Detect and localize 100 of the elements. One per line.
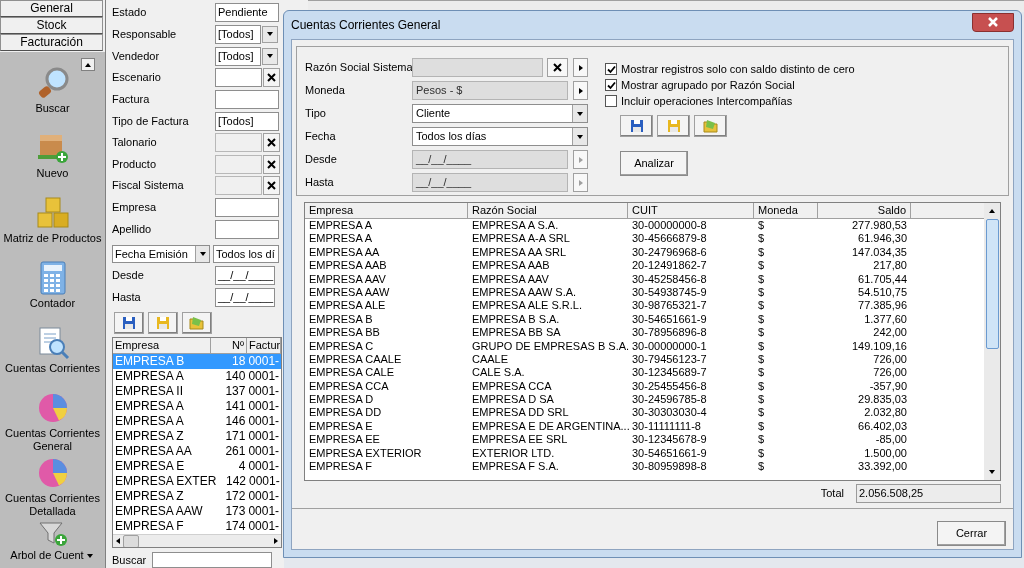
list-cell-text: 4 [237, 458, 247, 474]
arrow-button[interactable] [573, 81, 588, 100]
table-cell-text: 30-98765321-7 [631, 299, 708, 313]
clear-button[interactable] [547, 58, 568, 77]
date-field[interactable]: __/__/____ [215, 287, 275, 307]
sidebar-item[interactable]: Buscar [35, 102, 70, 115]
list-row[interactable]: EMPRESA AA 261 0001- [113, 443, 281, 459]
date-field[interactable]: __/__/____ [215, 266, 275, 285]
sidebar-item[interactable]: Cuentas Corrientes [5, 362, 100, 375]
dropdown-button[interactable] [262, 47, 278, 65]
scrollbar-thumb[interactable] [985, 219, 999, 349]
sidebar-item[interactable]: Matriz de Productos [3, 232, 102, 245]
floppy-icon [156, 315, 170, 330]
list-row[interactable]: EMPRESA E 4 0001- [113, 458, 281, 474]
list-cell-text: 173 [224, 503, 247, 519]
table-cell-text: EMPRESA C [308, 339, 375, 353]
list-row[interactable]: EMPRESA AAW 173 0001- [113, 503, 281, 519]
table-cell-text: $ [757, 312, 766, 327]
scrollbar-thumb[interactable] [123, 534, 139, 547]
date-type-dropdown[interactable]: Fecha Emisión [112, 244, 210, 263]
checkbox[interactable] [605, 95, 617, 107]
column-header[interactable]: Factur [247, 337, 281, 353]
column-header[interactable]: Razón Social [468, 203, 628, 218]
toolbar-button[interactable] [694, 115, 727, 137]
dropdown-field[interactable]: Todos los días [412, 127, 588, 146]
table-cell-text: 147.034,35 [850, 245, 908, 260]
toolbar-button[interactable] [148, 311, 178, 334]
list-row[interactable]: EMPRESA A 140 0001- [113, 368, 281, 384]
table-cell-text: EMPRESA A [308, 219, 373, 233]
table-cell-text: CALE S.A. [471, 366, 526, 380]
sidebar-tab[interactable]: Facturación [0, 34, 103, 51]
clear-button[interactable] [263, 154, 280, 174]
checkbox[interactable] [605, 63, 617, 75]
table-cell-text: 30-54938745-9 [631, 285, 708, 300]
arrow-button[interactable] [573, 58, 588, 77]
list-cell-text: EMPRESA Z [114, 428, 185, 444]
filter-field[interactable] [215, 198, 279, 218]
sidebar-tab[interactable]: Stock [0, 17, 103, 34]
sidebar-item[interactable]: Cuentas Corrientes Detallada [0, 492, 105, 518]
filter-field[interactable]: [Todos] [215, 24, 261, 44]
sidebar-item[interactable]: Arbol de Cuent [10, 549, 84, 562]
table-cell-text: EMPRESA EE SRL [471, 433, 569, 447]
sidebar-item[interactable]: Cuentas Corrientes General [0, 427, 105, 453]
table-cell-text: 242,00 [872, 326, 908, 340]
list-row[interactable]: EMPRESA F 174 0001- [113, 518, 281, 534]
column-header[interactable]: CUIT [628, 203, 754, 218]
filter-label: Vendedor [112, 49, 161, 63]
filter-field[interactable] [215, 89, 279, 109]
table-cell-text: $ [757, 393, 766, 407]
filter-field[interactable]: Pendiente [215, 3, 279, 23]
checkbox-label: Mostrar registros solo con saldo distinto de cero [621, 61, 855, 77]
filter-field[interactable] [215, 219, 279, 239]
table-cell-text: 30-45666879-8 [631, 232, 708, 246]
checkbox[interactable] [605, 79, 617, 91]
analyze-button[interactable]: Analizar [620, 151, 688, 176]
table-cell-text: EMPRESA EE [308, 433, 381, 447]
sidebar-item[interactable]: Contador [29, 297, 76, 310]
save-icon [122, 315, 136, 330]
list-row[interactable]: EMPRESA A 141 0001- [113, 398, 281, 414]
table-cell-text: $ [757, 232, 766, 246]
filter-label: Hasta [112, 289, 142, 305]
close-dialog-button[interactable]: Cerrar [937, 521, 1006, 546]
column-header[interactable]: Nº [211, 337, 247, 353]
search-field[interactable] [152, 551, 273, 568]
scroll-up-button[interactable] [81, 58, 95, 71]
sidebar-tab[interactable]: General [0, 0, 103, 17]
table-cell-text: 149.109,16 [850, 339, 908, 353]
column-header[interactable]: Empresa [113, 337, 212, 353]
clear-button[interactable] [263, 176, 280, 196]
list-cell-text: 174 [224, 518, 247, 534]
table-cell-text: $ [757, 379, 766, 394]
field-label: Razón Social Sistema [305, 60, 412, 76]
column-header[interactable]: Empresa [305, 203, 468, 218]
list-row[interactable]: EMPRESA EXTER 142 0001- [113, 473, 281, 489]
list-row[interactable]: EMPRESA Z 172 0001- [113, 488, 281, 504]
dropdown-button[interactable] [262, 25, 278, 43]
column-header[interactable]: Moneda [754, 203, 818, 218]
filter-field[interactable]: [Todos] [215, 46, 261, 66]
dropdown-field[interactable]: Cliente [412, 104, 588, 123]
list-row[interactable]: EMPRESA A 146 0001- [113, 413, 281, 429]
list-cell-text: 142 [224, 473, 247, 489]
toolbar-button[interactable] [657, 115, 690, 137]
table-cell-text: EMPRESA ALE S.R.L. [471, 299, 584, 313]
list-cell: 0001- [247, 383, 281, 399]
field-label: Fecha [305, 129, 337, 145]
sidebar-item[interactable]: Nuevo [36, 167, 69, 180]
list-row[interactable]: EMPRESA II 137 0001- [113, 383, 281, 399]
column-header[interactable]: Saldo [818, 203, 911, 218]
close-button[interactable] [972, 12, 1014, 32]
checkbox-label: Incluir operaciones Intercompañías [621, 93, 793, 109]
filter-field[interactable] [215, 68, 262, 88]
toolbar-button[interactable] [182, 311, 212, 334]
date-range-field[interactable]: Todos los dí [213, 244, 279, 263]
list-row[interactable]: EMPRESA Z 171 0001- [113, 428, 281, 444]
clear-button[interactable] [263, 133, 280, 153]
filter-field[interactable]: [Todos] [215, 111, 279, 131]
table-cell-text: $ [757, 259, 766, 273]
toolbar-button[interactable] [620, 115, 653, 137]
clear-button[interactable] [263, 68, 280, 88]
toolbar-button[interactable] [114, 311, 144, 334]
